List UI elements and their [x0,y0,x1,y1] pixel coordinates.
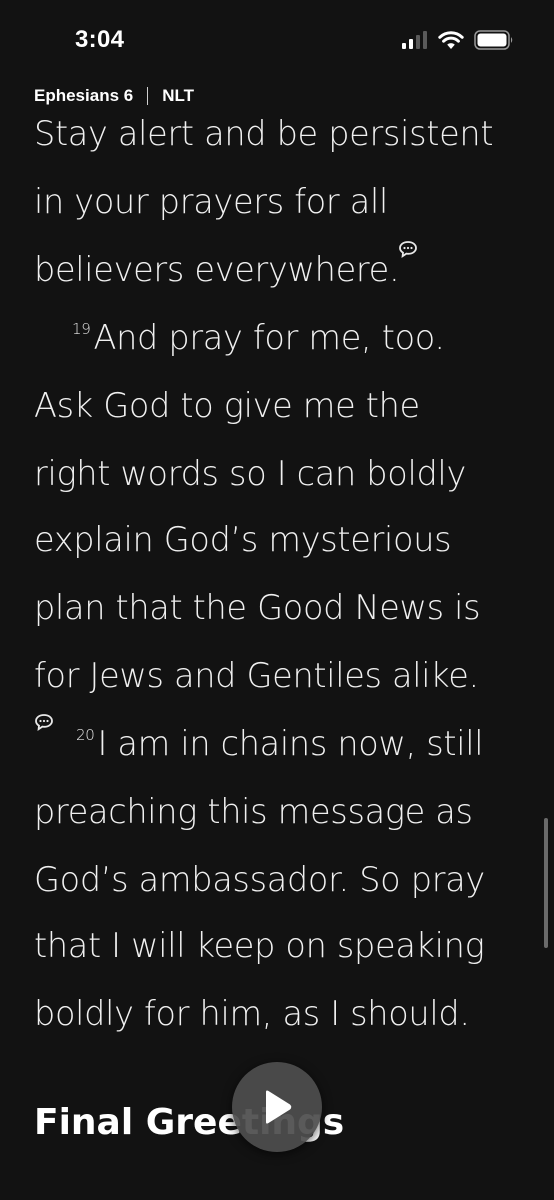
book-chapter-label[interactable]: Ephesians 6 [34,86,133,106]
header-divider [147,87,149,105]
verse-19-line: 19And pray for me, too. [72,318,445,357]
passage-line: in your prayers for all [34,182,388,221]
verse-20-line: 20I am in chains now, still [76,724,484,763]
cellular-signal-icon [402,31,427,49]
speech-bubble-icon[interactable] [34,713,54,733]
speech-bubble-icon[interactable] [398,240,418,260]
passage-line: explain God’s mysterious [34,520,452,559]
translation-label[interactable]: NLT [162,86,194,106]
status-bar: 3:04 [0,0,554,84]
chapter-header[interactable]: Ephesians 6 NLT [34,86,194,106]
passage-line: God’s ambassador. So pray [34,860,485,899]
battery-icon [474,30,513,50]
passage-line: that I will keep on speaking [34,926,485,965]
passage-line: And pray for me, too. [93,318,446,357]
passage-line: Stay alert and be persistent [34,114,494,153]
wifi-icon [438,30,464,49]
passage-line: believers everywhere. [34,250,400,289]
scrollbar-thumb[interactable] [544,818,548,948]
play-icon [266,1090,292,1124]
status-time: 3:04 [75,26,125,53]
audio-play-button[interactable] [232,1062,322,1152]
verse-number-19[interactable]: 19 [72,320,91,338]
passage-line: boldly for him, as I should. [34,994,470,1033]
status-icons [402,30,514,50]
passage-line: plan that the Good News is [34,588,481,627]
passage-line: I am in chains now, still [97,724,484,763]
passage-line: for Jews and Gentiles alike. [34,656,479,695]
passage-line: Ask God to give me the [34,386,420,425]
passage-line: right words so I can boldly [34,454,466,493]
verse-number-20[interactable]: 20 [76,726,95,744]
passage-line: preaching this message as [34,792,473,831]
